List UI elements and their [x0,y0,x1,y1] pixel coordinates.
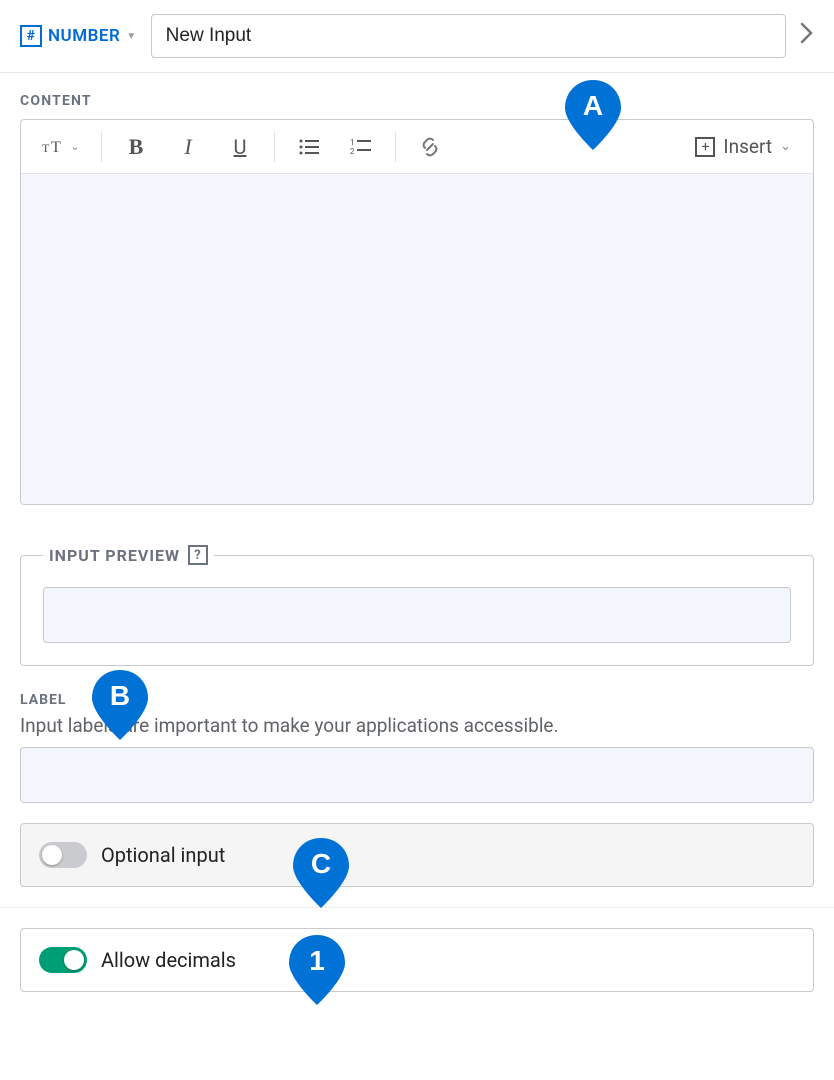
annotation-marker-c: C [293,838,349,908]
hash-icon: # [20,25,42,47]
input-name-field[interactable] [151,14,786,58]
numbered-list-button[interactable]: 12 [337,127,385,167]
preview-input[interactable] [43,587,791,643]
svg-text:1: 1 [350,138,355,147]
plus-icon: + [695,137,715,157]
chevron-down-icon: ⌄ [70,140,79,153]
svg-text:T: T [51,139,61,156]
chevron-down-icon: ▼ [126,31,136,42]
editor-body[interactable] [21,174,813,504]
label-input[interactable] [20,747,814,803]
allow-decimals-row: Allow decimals [20,928,814,992]
chevron-down-icon: ⌄ [780,139,791,154]
toolbar-divider [274,132,275,162]
rich-text-editor: TT ⌄ B I U 12 + Insert ⌄ [20,119,814,505]
help-icon[interactable]: ? [188,545,208,565]
annotation-marker-1: 1 [289,935,345,1005]
italic-button[interactable]: I [164,127,212,167]
chevron-right-icon[interactable] [800,22,814,50]
field-type-label: NUMBER [48,26,120,46]
preview-legend-text: INPUT PREVIEW [49,546,180,565]
content-section-label: CONTENT [0,73,834,119]
link-button[interactable] [406,127,454,167]
insert-label: Insert [723,135,772,158]
text-style-button[interactable]: TT ⌄ [31,127,91,167]
input-preview-legend: INPUT PREVIEW ? [43,545,214,565]
toolbar-divider [395,132,396,162]
optional-input-row: Optional input [20,823,814,887]
insert-button[interactable]: + Insert ⌄ [683,135,803,158]
divider [0,907,834,908]
allow-decimals-toggle[interactable] [39,947,87,973]
annotation-marker-b: B [92,670,148,740]
toolbar-divider [101,132,102,162]
svg-text:T: T [42,141,50,155]
allow-decimals-label: Allow decimals [101,948,236,972]
optional-input-toggle[interactable] [39,842,87,868]
bulleted-list-button[interactable] [285,127,333,167]
bold-button[interactable]: B [112,127,160,167]
optional-input-label: Optional input [101,843,225,867]
underline-button[interactable]: U [216,127,264,167]
input-preview-panel: INPUT PREVIEW ? [20,545,814,666]
annotation-marker-a: A [565,80,621,150]
field-type-selector[interactable]: # NUMBER ▼ [20,25,137,47]
svg-text:2: 2 [350,147,355,156]
editor-toolbar: TT ⌄ B I U 12 + Insert ⌄ [21,120,813,174]
header-bar: # NUMBER ▼ [0,0,834,73]
